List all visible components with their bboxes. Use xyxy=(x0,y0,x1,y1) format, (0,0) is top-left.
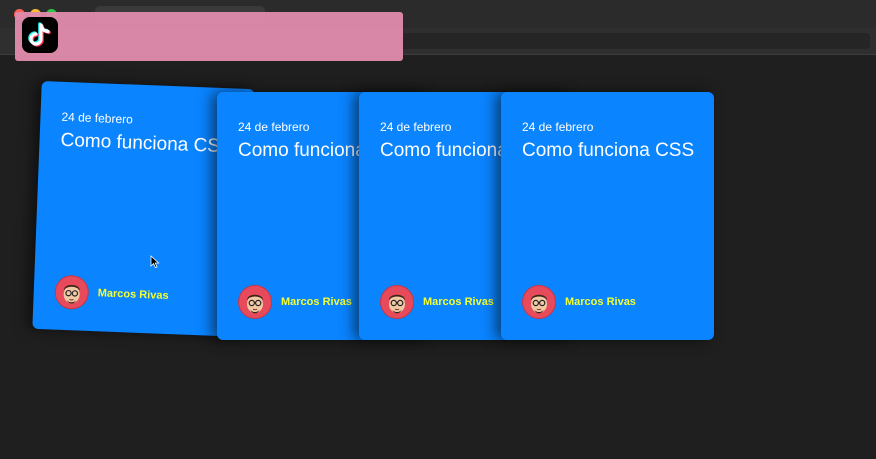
mouse-cursor-icon xyxy=(150,255,160,269)
address-bar[interactable] xyxy=(400,33,870,49)
author-name: Marcos Rivas xyxy=(281,296,352,308)
memoji-avatar-icon xyxy=(380,285,414,319)
tiktok-logo-icon xyxy=(22,17,58,53)
memoji-avatar-icon xyxy=(238,285,272,319)
watermark-banner xyxy=(15,12,403,61)
card-author: Marcos Rivas xyxy=(238,285,352,319)
card-author: Marcos Rivas xyxy=(522,285,636,319)
card-date: 24 de febrero xyxy=(61,109,134,127)
card-author: Marcos Rivas xyxy=(54,274,169,313)
card-title: Como funciona CSS xyxy=(522,140,695,161)
post-card[interactable]: 24 de febrero Como funciona CSS Marcos R… xyxy=(501,92,714,340)
card-date: 24 de febrero xyxy=(238,120,310,134)
page-viewport: 24 de febrero Como funciona CSS Marcos R… xyxy=(0,55,876,459)
memoji-avatar-icon xyxy=(54,274,90,310)
author-name: Marcos Rivas xyxy=(423,296,494,308)
memoji-avatar-icon xyxy=(522,285,556,319)
card-author: Marcos Rivas xyxy=(380,285,494,319)
author-name: Marcos Rivas xyxy=(97,287,169,303)
author-name: Marcos Rivas xyxy=(565,296,636,308)
card-date: 24 de febrero xyxy=(380,120,452,134)
card-date: 24 de febrero xyxy=(522,120,594,134)
